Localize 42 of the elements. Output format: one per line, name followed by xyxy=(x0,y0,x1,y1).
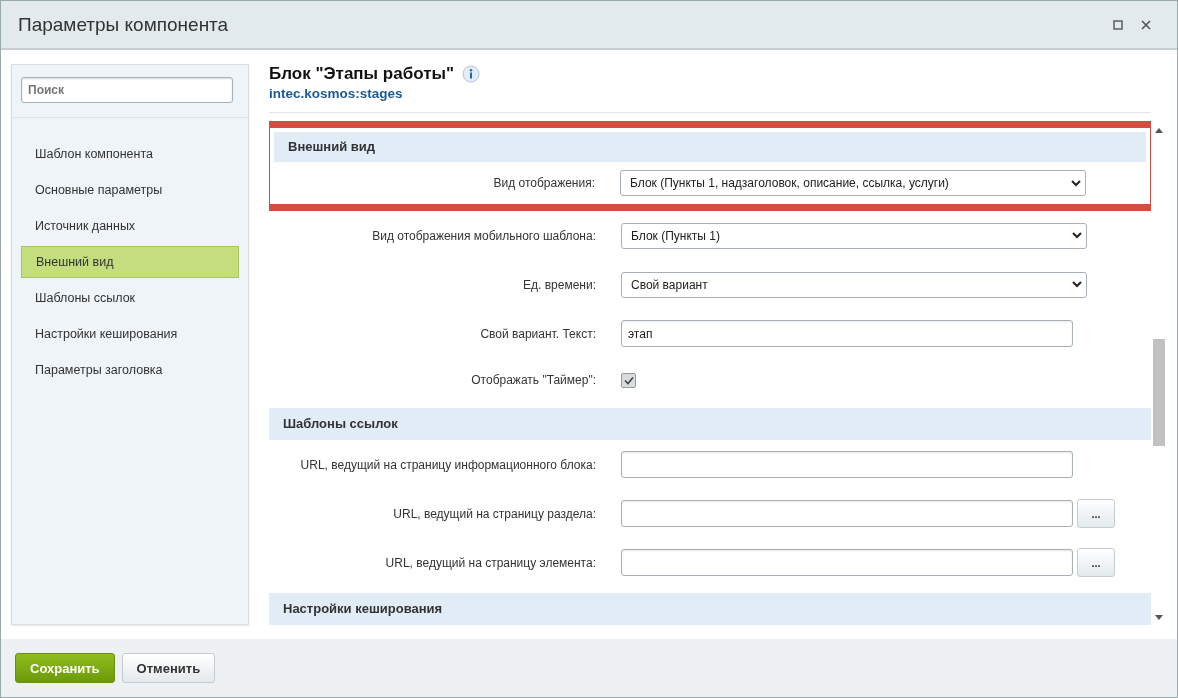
dropdown[interactable]: Блок (Пункты 1, надзаголовок, описание, ссылка, услуги) xyxy=(620,170,1086,196)
field-label: Свой вариант. Текст: xyxy=(479,326,596,341)
close-icon[interactable] xyxy=(1141,19,1151,30)
sidebar-item[interactable]: Параметры заголовка xyxy=(21,354,239,386)
dropdown[interactable]: Свой вариант xyxy=(621,271,1087,298)
section-header: Внешний вид xyxy=(274,132,1146,162)
field-label: Отображать "Таймер": xyxy=(470,373,596,387)
sidebar-item[interactable]: Основные параметры xyxy=(21,174,239,206)
scroll-up-icon[interactable] xyxy=(1155,127,1163,133)
chevron-down-icon xyxy=(1072,232,1082,239)
sidebar-item[interactable]: Шаблон компонента xyxy=(21,138,239,170)
search-field[interactable]: Поиск xyxy=(21,77,233,103)
sidebar-item[interactable]: Источник данных xyxy=(21,210,239,242)
field-label: Вид отображения мобильного шаблона: xyxy=(371,228,596,243)
browse-button[interactable]: ... xyxy=(1077,548,1115,577)
scrollbar-thumb[interactable] xyxy=(1153,339,1165,446)
component-code: intec.kosmos:stages xyxy=(269,86,403,101)
sidebar-item[interactable]: Настройки кеширования xyxy=(21,318,239,350)
field-label: Вид отображения: xyxy=(492,176,595,190)
chevron-down-icon xyxy=(1071,179,1081,187)
section-header: Настройки кеширования xyxy=(269,593,1151,625)
checkbox[interactable] xyxy=(621,372,636,388)
info-icon[interactable] xyxy=(462,65,481,83)
dropdown[interactable]: Блок (Пункты 1) xyxy=(621,222,1087,249)
text-field[interactable]: этап xyxy=(621,320,1073,347)
window-title: Параметры компонента xyxy=(18,13,230,36)
browse-button[interactable]: ... xyxy=(1077,499,1115,528)
text-field[interactable] xyxy=(621,549,1073,576)
sidebar-item[interactable]: Шаблоны ссылок xyxy=(21,282,239,314)
maximize-icon[interactable] xyxy=(1113,19,1123,30)
chevron-down-icon xyxy=(1072,281,1082,288)
component-title: Блок "Этапы работы" xyxy=(269,64,455,84)
section-header: Шаблоны ссылок xyxy=(269,408,1151,440)
field-label: URL, ведущий на страницу информационного блока: xyxy=(299,457,596,472)
field-label: URL, ведущий на страницу раздела: xyxy=(392,506,596,521)
field-label: URL, ведущий на страницу элемента: xyxy=(384,555,596,570)
sidebar-item[interactable]: Внешний вид xyxy=(21,246,239,278)
field-label: Ед. времени: xyxy=(522,277,596,292)
text-field[interactable] xyxy=(621,451,1073,478)
text-field[interactable] xyxy=(621,500,1073,527)
cancel-button[interactable]: Отменить xyxy=(121,653,216,683)
scroll-down-icon[interactable] xyxy=(1155,615,1163,621)
